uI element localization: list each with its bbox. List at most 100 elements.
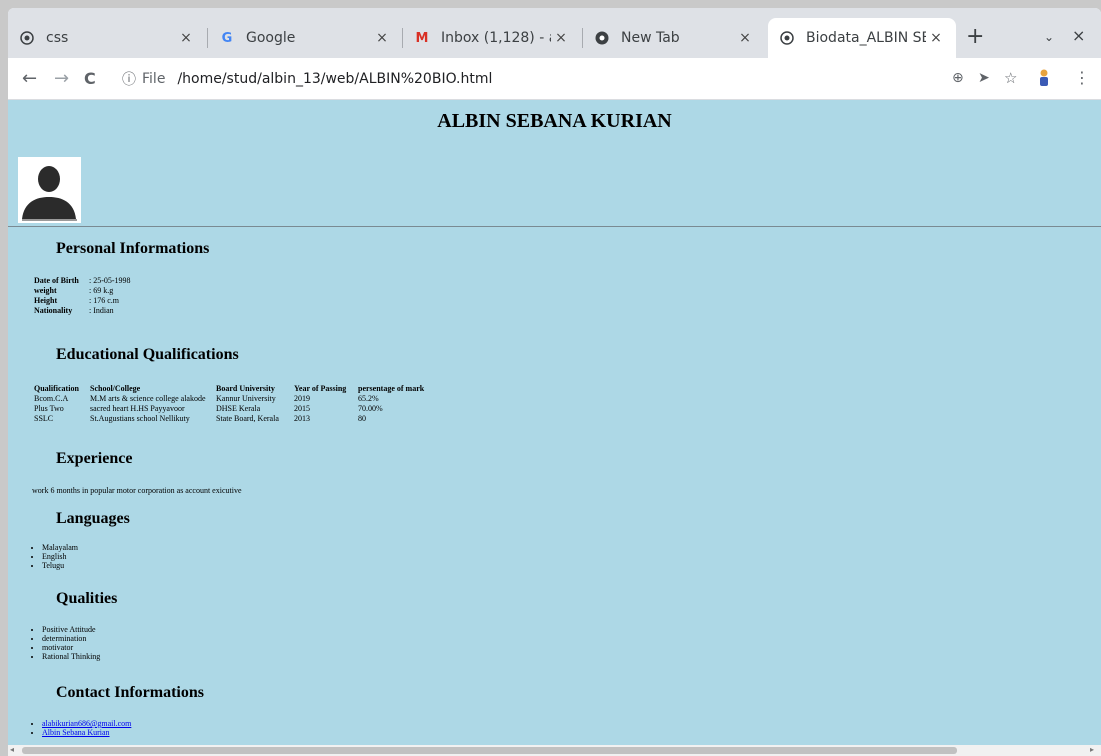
list-item: alabikurian686@gmail.com <box>42 719 131 728</box>
dob-row: Date of Birth : 25-05-1998 <box>34 276 131 286</box>
horizontal-scrollbar[interactable]: ◂ ▸ <box>8 745 1101 756</box>
contact-heading: Contact Informations <box>56 684 204 701</box>
tab-strip: css × G Google × M Inbox (1,128) - albin… <box>8 8 1101 58</box>
tab-close-button[interactable]: × <box>551 30 571 46</box>
globe-icon <box>18 29 36 47</box>
experience-heading: Experience <box>56 450 133 467</box>
reload-icon[interactable]: C <box>84 69 96 88</box>
table-cell: Kannur University <box>216 394 276 403</box>
height-value: : 176 c.m <box>89 296 119 305</box>
profile-link[interactable]: Albin Sebana Kurian <box>42 728 110 737</box>
tab-google[interactable]: G Google × <box>208 18 402 58</box>
weight-value: : 69 k.g <box>89 286 114 295</box>
height-row: Height : 176 c.m <box>34 296 119 306</box>
tab-close-button[interactable]: × <box>372 30 392 46</box>
col-percentage: persentage of mark <box>358 384 425 393</box>
page-title: ALBIN SEBANA KURIAN <box>437 110 672 132</box>
list-item: Telugu <box>42 561 78 570</box>
chrome-newtab-icon <box>593 29 611 47</box>
scroll-left-arrow-icon[interactable]: ◂ <box>10 745 14 754</box>
table-cell: SSLC <box>34 414 54 423</box>
new-tab-button[interactable]: + <box>966 26 984 48</box>
nationality-row: Nationality : Indian <box>34 306 114 316</box>
table-cell: sacred heart H.HS Payyavoor <box>90 404 185 413</box>
globe-icon <box>778 29 796 47</box>
extension-icon[interactable] <box>1038 68 1052 88</box>
bookmark-star-icon[interactable]: ☆ <box>1004 69 1017 87</box>
browser-menu-icon[interactable]: ⋮ <box>1074 68 1090 87</box>
list-item: determination <box>42 634 100 643</box>
education-heading: Educational Qualifications <box>56 346 239 363</box>
nationality-label: Nationality <box>34 306 73 315</box>
forward-arrow-icon[interactable]: → <box>54 68 69 89</box>
personal-heading: Personal Informations <box>56 240 210 257</box>
scheme-label: File <box>142 71 166 87</box>
tab-new-tab[interactable]: New Tab × <box>583 18 765 58</box>
send-icon[interactable]: ➤ <box>978 70 990 86</box>
browser-toolbar: ← → C ⓘ File /home/stud/albin_13/web/ALB… <box>8 58 1101 100</box>
qualities-heading: Qualities <box>56 590 118 607</box>
table-cell: 70.00% <box>358 404 383 413</box>
col-board: Board University <box>216 384 275 393</box>
tab-inbox[interactable]: M Inbox (1,128) - albin × <box>403 18 581 58</box>
table-cell: M.M arts & science college alakode <box>90 394 206 403</box>
list-item: Albin Sebana Kurian <box>42 728 131 737</box>
window-close-button[interactable]: × <box>1072 26 1085 45</box>
url-text[interactable]: /home/stud/albin_13/web/ALBIN%20BIO.html <box>177 71 492 87</box>
tab-title: Biodata_ALBIN SEB <box>806 30 926 46</box>
weight-label: weight <box>34 286 57 295</box>
table-header-row: Qualification School/College Board Unive… <box>32 384 426 394</box>
col-qualification: Qualification <box>34 384 79 393</box>
list-item: Rational Thinking <box>42 652 100 661</box>
dob-value: : 25-05-1998 <box>89 276 131 285</box>
table-cell: 80 <box>358 414 366 423</box>
tab-css[interactable]: css × <box>8 18 206 58</box>
table-cell: Bcom.C.A <box>34 394 69 403</box>
site-info-icon[interactable]: ⓘ <box>122 69 136 89</box>
table-cell: 2013 <box>294 414 310 423</box>
contact-list: alabikurian686@gmail.com Albin Sebana Ku… <box>42 719 131 737</box>
tab-close-button[interactable]: × <box>176 30 196 46</box>
tab-title: Google <box>246 30 296 46</box>
back-arrow-icon[interactable]: ← <box>22 68 37 89</box>
nationality-value: : Indian <box>89 306 114 315</box>
tab-search-chevron-icon[interactable]: ⌄ <box>1044 30 1054 44</box>
tab-title: Inbox (1,128) - albin <box>441 30 551 46</box>
gmail-icon: M <box>415 30 429 46</box>
google-icon: G <box>221 30 233 46</box>
languages-heading: Languages <box>56 510 130 527</box>
col-year: Year of Passing <box>294 384 347 393</box>
zoom-icon[interactable]: ⊕ <box>952 70 964 86</box>
scroll-right-arrow-icon[interactable]: ▸ <box>1090 745 1094 754</box>
height-label: Height <box>34 296 58 305</box>
table-cell: 2015 <box>294 404 310 413</box>
table-cell: DHSE Kerala <box>216 404 261 413</box>
profile-photo <box>18 157 81 223</box>
tab-biodata[interactable]: Biodata_ALBIN SEB × <box>768 18 956 58</box>
web-page: ALBIN SEBANA KURIAN Personal Information… <box>8 100 1101 745</box>
list-item: motivator <box>42 643 100 652</box>
table-cell: St.Augustians school Nellikuty <box>90 414 190 423</box>
qualities-list: Positive Attitude determination motivato… <box>42 625 100 661</box>
email-link[interactable]: alabikurian686@gmail.com <box>42 719 131 728</box>
education-table: Qualification School/College Board Unive… <box>32 384 426 424</box>
scrollbar-thumb[interactable] <box>22 747 957 754</box>
table-cell: State Board, Kerala <box>216 414 279 423</box>
header-divider <box>8 226 1101 227</box>
table-cell: 2019 <box>294 394 310 403</box>
tab-close-button[interactable]: × <box>926 30 946 46</box>
list-item: Positive Attitude <box>42 625 100 634</box>
dob-label: Date of Birth <box>34 276 79 285</box>
experience-text: work 6 months in popular motor corporati… <box>32 486 242 495</box>
table-cell: 65.2% <box>358 394 379 403</box>
weight-row: weight : 69 k.g <box>34 286 113 296</box>
languages-list: Malayalam English Telugu <box>42 543 78 570</box>
table-row: SSLC St.Augustians school Nellikuty Stat… <box>32 414 426 424</box>
tab-close-button[interactable]: × <box>735 30 755 46</box>
table-row: Plus Two sacred heart H.HS Payyavoor DHS… <box>32 404 426 414</box>
browser-window: css × G Google × M Inbox (1,128) - albin… <box>8 8 1101 756</box>
table-row: Bcom.C.A M.M arts & science college alak… <box>32 394 426 404</box>
tab-title: css <box>46 30 69 46</box>
table-cell: Plus Two <box>34 404 64 413</box>
address-bar[interactable]: ⓘ File /home/stud/albin_13/web/ALBIN%20B… <box>108 64 988 94</box>
